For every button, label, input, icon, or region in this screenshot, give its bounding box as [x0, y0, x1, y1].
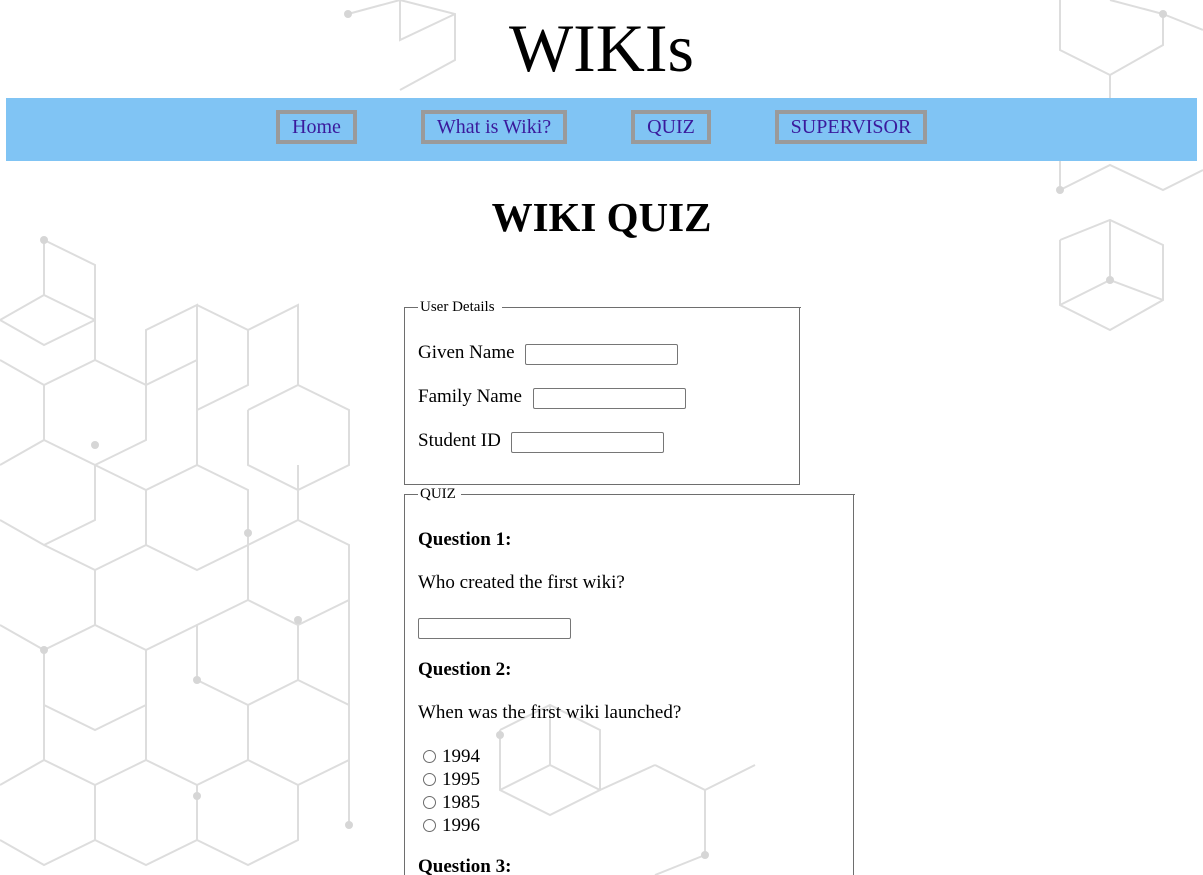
radio-label: 1994 [442, 745, 480, 767]
nav-link-home[interactable]: Home [276, 110, 357, 144]
fieldset-border-segment [405, 307, 418, 308]
given-name-input[interactable] [525, 344, 678, 365]
navbar: Home What is Wiki? QUIZ SUPERVISOR [6, 98, 1197, 161]
student-id-label: Student ID [418, 430, 501, 451]
fieldset-border-segment [461, 494, 855, 495]
content: WIKIs Home What is Wiki? QUIZ SUPERVISOR… [0, 0, 1203, 875]
radio-button[interactable] [423, 773, 436, 786]
radio-label: 1996 [442, 814, 480, 836]
question-2-text: When was the first wiki launched? [418, 702, 682, 723]
radio-label: 1985 [442, 791, 480, 813]
question-2-option[interactable]: 1994 [423, 745, 480, 768]
radio-button[interactable] [423, 819, 436, 832]
question-1-text: Who created the first wiki? [418, 572, 625, 593]
family-name-label: Family Name [418, 386, 522, 407]
site-title: WIKIs [508, 10, 695, 86]
family-name-input[interactable] [533, 388, 686, 409]
quiz-fieldset: QUIZ Question 1: Who created the first w… [404, 486, 855, 875]
radio-label: 1995 [442, 768, 480, 790]
radio-button[interactable] [423, 750, 436, 763]
question-2-title: Question 2: [418, 659, 512, 680]
question-3-title: Question 3: [418, 856, 512, 875]
question-2-option[interactable]: 1995 [423, 768, 480, 791]
page-heading: WIKI QUIZ [491, 194, 712, 240]
page: WIKIs Home What is Wiki? QUIZ SUPERVISOR… [0, 0, 1203, 875]
question-2-option[interactable]: 1996 [423, 814, 480, 837]
nav-link-supervisor[interactable]: SUPERVISOR [775, 110, 927, 144]
radio-button[interactable] [423, 796, 436, 809]
question-2-option[interactable]: 1985 [423, 791, 480, 814]
fieldset-border-segment [502, 307, 801, 308]
nav-link-quiz[interactable]: QUIZ [631, 110, 711, 144]
quiz-legend: QUIZ [420, 486, 456, 502]
nav-link-what-is-wiki[interactable]: What is Wiki? [421, 110, 567, 144]
question-1-title: Question 1: [418, 529, 512, 550]
student-id-input[interactable] [511, 432, 664, 453]
question-1-answer-input[interactable] [418, 618, 571, 639]
fieldset-border-segment [405, 494, 418, 495]
given-name-label: Given Name [418, 342, 515, 363]
user-details-fieldset: User Details Given Name Family Name Stud… [404, 299, 801, 485]
user-details-legend: User Details [420, 299, 495, 315]
